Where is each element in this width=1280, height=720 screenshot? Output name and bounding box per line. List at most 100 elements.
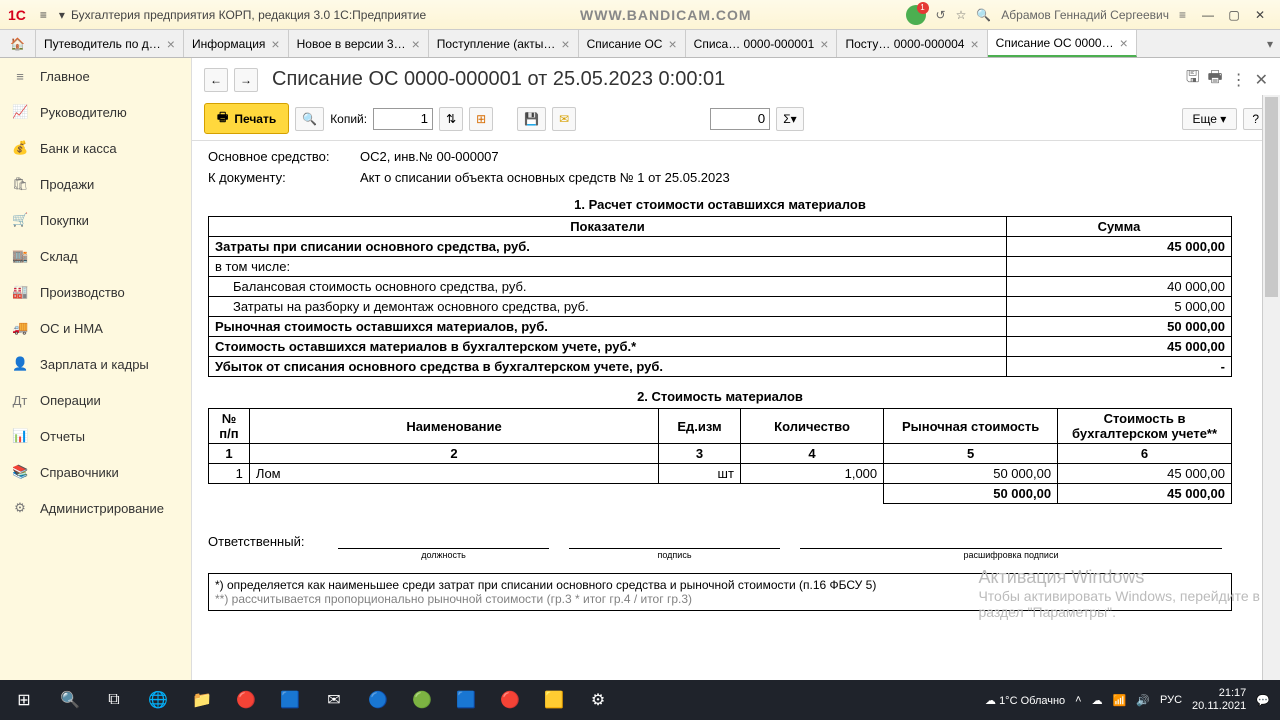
menu-icon[interactable]: ≡ xyxy=(40,8,47,22)
tab[interactable]: Информация× xyxy=(184,30,289,57)
ref-value: Акт о списании объекта основных средств … xyxy=(360,170,730,185)
clock[interactable]: 21:17 20.11.2021 xyxy=(1192,687,1246,713)
forward-button[interactable]: → xyxy=(234,68,258,92)
explorer-icon[interactable]: 📁 xyxy=(180,680,224,720)
sound-icon[interactable]: 🔊 xyxy=(1136,694,1150,707)
close-icon[interactable]: × xyxy=(668,36,676,52)
close-icon[interactable]: × xyxy=(271,36,279,52)
sidebar-icon: 📚 xyxy=(12,464,28,480)
sidebar-item[interactable]: ДтОперации xyxy=(0,382,191,418)
spinner-up[interactable]: ⇅ xyxy=(439,107,463,131)
sigma-button[interactable]: Σ ▾ xyxy=(776,107,803,131)
close-icon[interactable]: × xyxy=(412,36,420,52)
sidebar-item[interactable]: 🚚ОС и НМА xyxy=(0,310,191,346)
sidebar-item[interactable]: 💰Банк и касса xyxy=(0,130,191,166)
home-icon[interactable]: 🏠 xyxy=(0,30,36,57)
search-icon[interactable]: 🔍 xyxy=(976,8,991,22)
sidebar-item[interactable]: ≡Главное xyxy=(0,58,191,94)
sidebar-item[interactable]: 📈Руководителю xyxy=(0,94,191,130)
tab[interactable]: Списание ОС× xyxy=(579,30,686,57)
vertical-scrollbar[interactable] xyxy=(1262,95,1280,680)
maximize-button[interactable]: ▢ xyxy=(1222,5,1246,25)
notifications-icon[interactable]: 💬 xyxy=(1256,694,1270,707)
tab[interactable]: Путеводитель по д…× xyxy=(36,30,184,57)
weather-widget[interactable]: ☁ 1°C Облачно xyxy=(985,694,1065,707)
tab[interactable]: Списание ОС 0000…× xyxy=(988,30,1137,57)
window-controls: — ▢ ✕ xyxy=(1196,5,1272,25)
table1: ПоказателиСумма Затраты при списании осн… xyxy=(208,216,1232,377)
section2-title: 2. Стоимость материалов xyxy=(208,389,1232,404)
network-icon[interactable]: 📶 xyxy=(1113,694,1127,707)
close-doc-icon[interactable]: ✕ xyxy=(1255,70,1268,90)
tray-chevron-icon[interactable]: ˄ xyxy=(1075,694,1081,706)
printer-icon[interactable]: 🖶 xyxy=(1207,66,1222,93)
preview-button[interactable]: 🔍 xyxy=(295,107,324,131)
back-button[interactable]: ← xyxy=(204,68,228,92)
sidebar-icon: 📊 xyxy=(12,428,28,444)
start-button[interactable]: ⊞ xyxy=(0,680,48,720)
more-button[interactable]: Еще ▾ xyxy=(1182,108,1238,130)
close-icon[interactable]: × xyxy=(561,36,569,52)
mail-task-icon[interactable]: ✉ xyxy=(312,680,356,720)
user-name[interactable]: Абрамов Геннадий Сергеевич xyxy=(1001,8,1169,22)
minimize-button[interactable]: — xyxy=(1196,5,1220,25)
mail-button[interactable]: ✉ xyxy=(552,107,576,131)
count-input[interactable] xyxy=(710,108,770,130)
sidebar-item[interactable]: 📚Справочники xyxy=(0,454,191,490)
sidebar-item[interactable]: 📊Отчеты xyxy=(0,418,191,454)
app-logo: 1C xyxy=(8,7,26,23)
save-icon[interactable]: 🖫 xyxy=(1186,66,1200,93)
tab[interactable]: Посту… 0000-000004× xyxy=(837,30,987,57)
tab[interactable]: Поступление (акты…× xyxy=(429,30,579,57)
close-icon[interactable]: × xyxy=(1120,35,1128,51)
search-task-icon[interactable]: 🔍 xyxy=(48,680,92,720)
sidebar-icon: 🏬 xyxy=(12,248,28,264)
close-icon[interactable]: × xyxy=(167,36,175,52)
close-button[interactable]: ✕ xyxy=(1248,5,1272,25)
sidebar-item[interactable]: 🏭Производство xyxy=(0,274,191,310)
document-body: Основное средство: ОС2, инв.№ 00-000007 … xyxy=(192,141,1280,680)
grid-button[interactable]: ⊞ xyxy=(469,107,493,131)
sidebar-icon: Дт xyxy=(12,393,28,408)
history-icon[interactable]: ↺ xyxy=(936,8,946,22)
store-icon[interactable]: 🟦 xyxy=(268,680,312,720)
settings-task-icon[interactable]: ⚙ xyxy=(576,680,620,720)
tab[interactable]: Новое в версии 3…× xyxy=(289,30,429,57)
sidebar-item[interactable]: 🛒Покупки xyxy=(0,202,191,238)
asset-value: ОС2, инв.№ 00-000007 xyxy=(360,149,499,164)
copies-input[interactable] xyxy=(373,108,433,130)
print-button[interactable]: 🖶 Печать xyxy=(204,103,289,134)
kebab-icon[interactable]: ⋮ xyxy=(1231,70,1247,90)
onedrive-icon[interactable]: ☁ xyxy=(1092,694,1103,707)
notification-icon[interactable] xyxy=(906,5,926,25)
taskview-icon[interactable]: ⧉ xyxy=(92,680,136,720)
sidebar-item[interactable]: 🛍Продажи xyxy=(0,166,191,202)
language-indicator[interactable]: РУС xyxy=(1160,694,1182,706)
opera-icon[interactable]: 🔴 xyxy=(488,680,532,720)
app1-icon[interactable]: 🔴 xyxy=(224,680,268,720)
1c-task-icon[interactable]: 🟨 xyxy=(532,680,576,720)
app-title: Бухгалтерия предприятия КОРП, редакция 3… xyxy=(71,8,426,22)
sidebar-icon: 💰 xyxy=(12,140,28,156)
sidebar-item[interactable]: 👤Зарплата и кадры xyxy=(0,346,191,382)
chrome-icon[interactable]: 🟢 xyxy=(400,680,444,720)
tabs-dropdown[interactable]: ▾ xyxy=(1260,30,1280,57)
disk-button[interactable]: 💾 xyxy=(517,107,546,131)
sidebar-icon: 👤 xyxy=(12,356,28,372)
teamviewer-icon[interactable]: 🔵 xyxy=(356,680,400,720)
sidebar-item[interactable]: 🏬Склад xyxy=(0,238,191,274)
sidebar-item[interactable]: ⚙Администрирование xyxy=(0,490,191,526)
tab[interactable]: Списа… 0000-000001× xyxy=(686,30,838,57)
close-icon[interactable]: × xyxy=(820,36,828,52)
close-icon[interactable]: × xyxy=(970,36,978,52)
star-icon[interactable]: ☆ xyxy=(956,8,967,22)
dropdown-icon[interactable]: ▾ xyxy=(59,8,65,22)
sidebar-icon: 📈 xyxy=(12,104,28,120)
filter-icon[interactable]: ≡ xyxy=(1179,8,1186,22)
word-icon[interactable]: 🟦 xyxy=(444,680,488,720)
taskbar: ⊞ 🔍 ⧉ 🌐 📁 🔴 🟦 ✉ 🔵 🟢 🟦 🔴 🟨 ⚙ ☁ 1°C Облачн… xyxy=(0,680,1280,720)
title-bar: 1C ≡ ▾ Бухгалтерия предприятия КОРП, ред… xyxy=(0,0,1280,30)
document-title: Списание ОС 0000-000001 от 25.05.2023 0:… xyxy=(272,68,1180,91)
edge-icon[interactable]: 🌐 xyxy=(136,680,180,720)
sidebar-icon: 🛍 xyxy=(12,176,28,192)
